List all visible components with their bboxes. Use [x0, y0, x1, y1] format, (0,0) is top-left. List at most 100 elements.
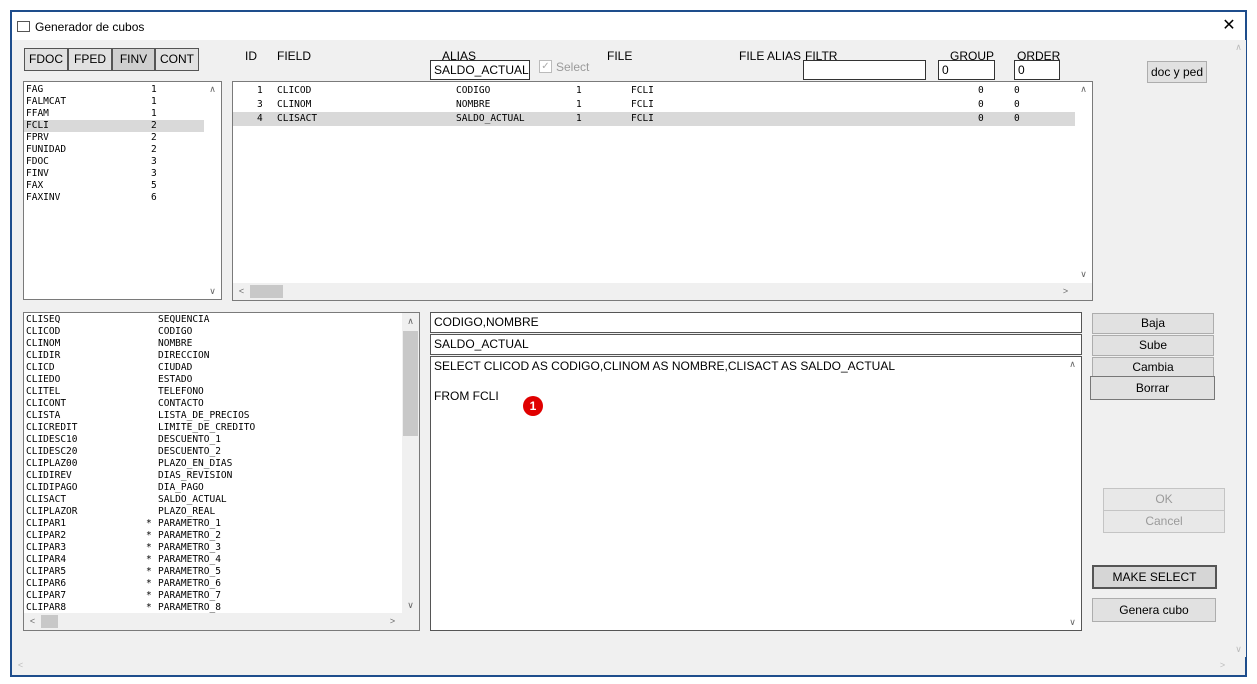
list-item[interactable]: CLISACT SALDO_ACTUAL [24, 494, 402, 506]
list-item[interactable]: CLIPAR3 * PARAMETRO_3 [24, 542, 402, 554]
list-item[interactable]: CLIPAR5 * PARAMETRO_5 [24, 566, 402, 578]
scroll-up-icon[interactable]: ∧ [1064, 359, 1081, 370]
select-checkbox[interactable]: ✓ [539, 60, 552, 73]
field-list-vscrollbar[interactable]: ∧ ∨ [402, 313, 419, 613]
list-item[interactable]: CLIPAR4 * PARAMETRO_4 [24, 554, 402, 566]
list-item[interactable]: CLICREDIT LIMITE_DE_CREDITO [24, 422, 402, 434]
scroll-down-icon[interactable]: ∨ [204, 286, 221, 297]
list-item[interactable]: CLIDIR DIRECCION [24, 350, 402, 362]
scroll-left-icon[interactable]: < [233, 286, 250, 296]
field-name: CLIPAR2 [26, 530, 67, 541]
list-item[interactable]: CLIPAR2 * PARAMETRO_2 [24, 530, 402, 542]
aliases-line-field[interactable]: CODIGO,NOMBRE [430, 312, 1082, 333]
list-item[interactable]: CLIPLAZOR PLAZO_REAL [24, 506, 402, 518]
scroll-down-icon[interactable]: ∨ [402, 600, 419, 611]
scroll-left-icon[interactable]: < [24, 616, 41, 626]
cell-id: 4 [257, 113, 263, 124]
table-row[interactable]: 1 CLICOD CODIGO 1 FCLI 0 0 [233, 84, 1075, 98]
list-item[interactable]: CLISEQ SEQUENCIA [24, 314, 402, 326]
scroll-up-icon[interactable]: ∧ [402, 316, 419, 327]
list-item[interactable]: CLIPLAZ00 PLAZO_EN_DIAS [24, 458, 402, 470]
genera-cubo-button[interactable]: Genera cubo [1092, 598, 1216, 622]
make-select-button[interactable]: MAKE SELECT [1092, 565, 1217, 589]
tab-cont[interactable]: CONT [155, 48, 199, 71]
window-hscrollbar[interactable]: < > [12, 657, 1231, 674]
field-alias: PARAMETRO_4 [158, 554, 221, 565]
field-name: CLIPLAZOR [26, 506, 78, 517]
list-item[interactable]: FUNIDAD 2 [24, 144, 204, 156]
tab-fped[interactable]: FPED [68, 48, 112, 71]
field-list-hscrollbar[interactable]: < > [24, 613, 419, 630]
list-item[interactable]: CLITEL TELEFONO [24, 386, 402, 398]
group-input[interactable]: 0 [938, 60, 995, 80]
list-item[interactable]: CLINOM NOMBRE [24, 338, 402, 350]
tab-fdoc[interactable]: FDOC [24, 48, 68, 71]
list-item[interactable]: FFAM 1 [24, 108, 204, 120]
sube-button[interactable]: Sube [1092, 335, 1214, 356]
file-count: 3 [151, 156, 157, 167]
list-item[interactable]: CLICONT CONTACTO [24, 398, 402, 410]
current-alias-field[interactable]: SALDO_ACTUAL [430, 334, 1082, 355]
field-list[interactable]: CLISEQ SEQUENCIA CLICOD CODIGO CLINOM NOMBRE C… [23, 312, 420, 631]
list-item[interactable]: CLIPAR6 * PARAMETRO_6 [24, 578, 402, 590]
list-item[interactable]: FALMCAT 1 [24, 96, 204, 108]
scroll-right-icon[interactable]: > [1214, 660, 1231, 670]
list-item[interactable]: CLIDIREV DIAS_REVISION [24, 470, 402, 482]
window-vscrollbar[interactable]: ∧ ∨ [1231, 40, 1246, 657]
grid-hscrollbar[interactable]: < > [233, 283, 1092, 300]
file-count: 1 [151, 96, 157, 107]
selected-fields-grid[interactable]: 1 CLICOD CODIGO 1 FCLI 0 0 3 CLINOM NOMBRE 1 FCLI 0 0… [232, 81, 1093, 301]
scroll-up-icon[interactable]: ∧ [1230, 42, 1247, 53]
list-item[interactable]: CLIDESC20 DESCUENTO_2 [24, 446, 402, 458]
grid-vscrollbar[interactable]: ∧ ∨ [1075, 82, 1092, 282]
close-button[interactable]: ✕ [1219, 16, 1239, 36]
list-item[interactable]: CLIPAR7 * PARAMETRO_7 [24, 590, 402, 602]
list-item[interactable]: FINV 3 [24, 168, 204, 180]
file-name: FAX [26, 180, 44, 191]
field-flag: * [146, 578, 152, 589]
list-item[interactable]: CLIPAR1 * PARAMETRO_1 [24, 518, 402, 530]
list-item[interactable]: FDOC 3 [24, 156, 204, 168]
list-item[interactable]: CLISTA LISTA_DE_PRECIOS [24, 410, 402, 422]
list-item[interactable]: FAX 5 [24, 180, 204, 192]
scroll-thumb[interactable] [403, 331, 418, 436]
files-list-scrollbar[interactable]: ∧ ∨ [204, 82, 221, 299]
borrar-button[interactable]: Borrar [1090, 376, 1215, 400]
alias-input[interactable]: SALDO_ACTUAL [430, 60, 530, 80]
list-item[interactable]: CLICD CIUDAD [24, 362, 402, 374]
scroll-down-icon[interactable]: ∨ [1064, 617, 1081, 628]
scroll-down-icon[interactable]: ∨ [1075, 269, 1092, 280]
scroll-thumb[interactable] [250, 285, 283, 298]
field-name: CLISEQ [26, 314, 61, 325]
list-item[interactable]: FAG 1 [24, 84, 204, 96]
doc-y-ped-button[interactable]: doc y ped [1147, 61, 1207, 83]
field-alias: CIUDAD [158, 362, 193, 373]
list-item[interactable]: CLICOD CODIGO [24, 326, 402, 338]
sql-scrollbar[interactable]: ∧ ∨ [1064, 357, 1081, 630]
scroll-left-icon[interactable]: < [12, 660, 29, 670]
cancel-button[interactable]: Cancel [1103, 510, 1225, 533]
list-item[interactable]: FCLI 2 [24, 120, 204, 132]
scroll-down-icon[interactable]: ∨ [1230, 644, 1247, 655]
table-row[interactable]: 3 CLINOM NOMBRE 1 FCLI 0 0 [233, 98, 1075, 112]
header-id: ID [245, 49, 257, 63]
baja-button[interactable]: Baja [1092, 313, 1214, 334]
filtr-input[interactable] [803, 60, 926, 80]
tab-finv[interactable]: FINV [112, 48, 155, 71]
ok-button[interactable]: OK [1103, 488, 1225, 511]
list-item[interactable]: CLIEDO ESTADO [24, 374, 402, 386]
scroll-right-icon[interactable]: > [1057, 286, 1074, 296]
cambia-button[interactable]: Cambia [1092, 357, 1214, 378]
select-label: Select [556, 60, 590, 74]
list-item[interactable]: CLIDIPAGO DIA_PAGO [24, 482, 402, 494]
scroll-right-icon[interactable]: > [384, 616, 401, 626]
files-list[interactable]: FAG 1 FALMCAT 1 FFAM 1 FCLI 2 FPRV 2 FUNIDAD 2 FDOC 3… [23, 81, 222, 300]
list-item[interactable]: CLIDESC10 DESCUENTO_1 [24, 434, 402, 446]
scroll-thumb[interactable] [41, 615, 58, 628]
table-row[interactable]: 4 CLISACT SALDO_ACTUAL 1 FCLI 0 0 [233, 112, 1075, 126]
scroll-up-icon[interactable]: ∧ [204, 84, 221, 95]
list-item[interactable]: FAXINV 6 [24, 192, 204, 204]
list-item[interactable]: FPRV 2 [24, 132, 204, 144]
order-input[interactable]: 0 [1014, 60, 1060, 80]
scroll-up-icon[interactable]: ∧ [1075, 84, 1092, 95]
